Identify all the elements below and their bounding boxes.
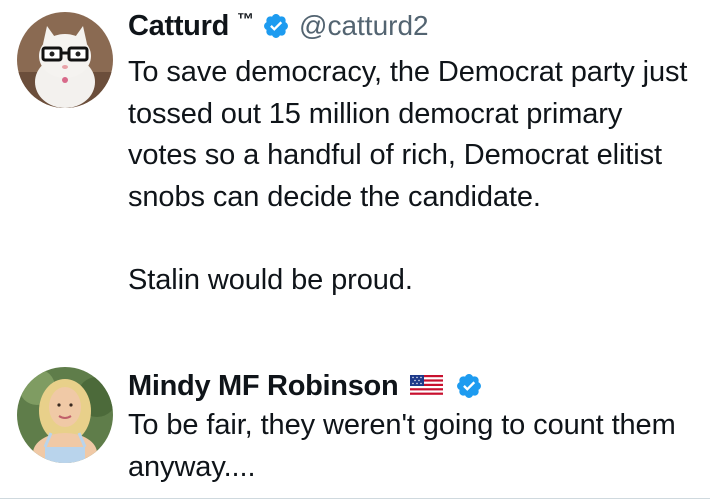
display-name[interactable]: Catturd (128, 10, 229, 43)
trademark-suffix: ™ (237, 10, 255, 29)
tweet-mindy[interactable]: Mindy MF Robinson To be fair, they weren… (0, 355, 710, 499)
tweet-header: Catturd ™ @catturd2 (128, 6, 429, 46)
handle[interactable]: @catturd2 (299, 10, 429, 42)
person-avatar-image (17, 367, 113, 463)
display-name[interactable]: Mindy MF Robinson (128, 370, 399, 403)
verified-badge-icon (455, 372, 483, 400)
tweet-text: To be fair, they weren't going to count … (128, 409, 676, 483)
cat-avatar-image (17, 12, 113, 108)
verified-badge-icon (262, 12, 290, 40)
tweet-catturd[interactable]: Catturd ™ @catturd2 To save democracy, t… (0, 0, 710, 355)
avatar-mindy[interactable] (17, 367, 113, 463)
us-flag-icon (410, 375, 444, 397)
tweet-text: To save democracy, the Democrat party ju… (128, 56, 688, 296)
tweet-header: Mindy MF Robinson (128, 366, 483, 406)
avatar-catturd[interactable] (17, 12, 113, 108)
